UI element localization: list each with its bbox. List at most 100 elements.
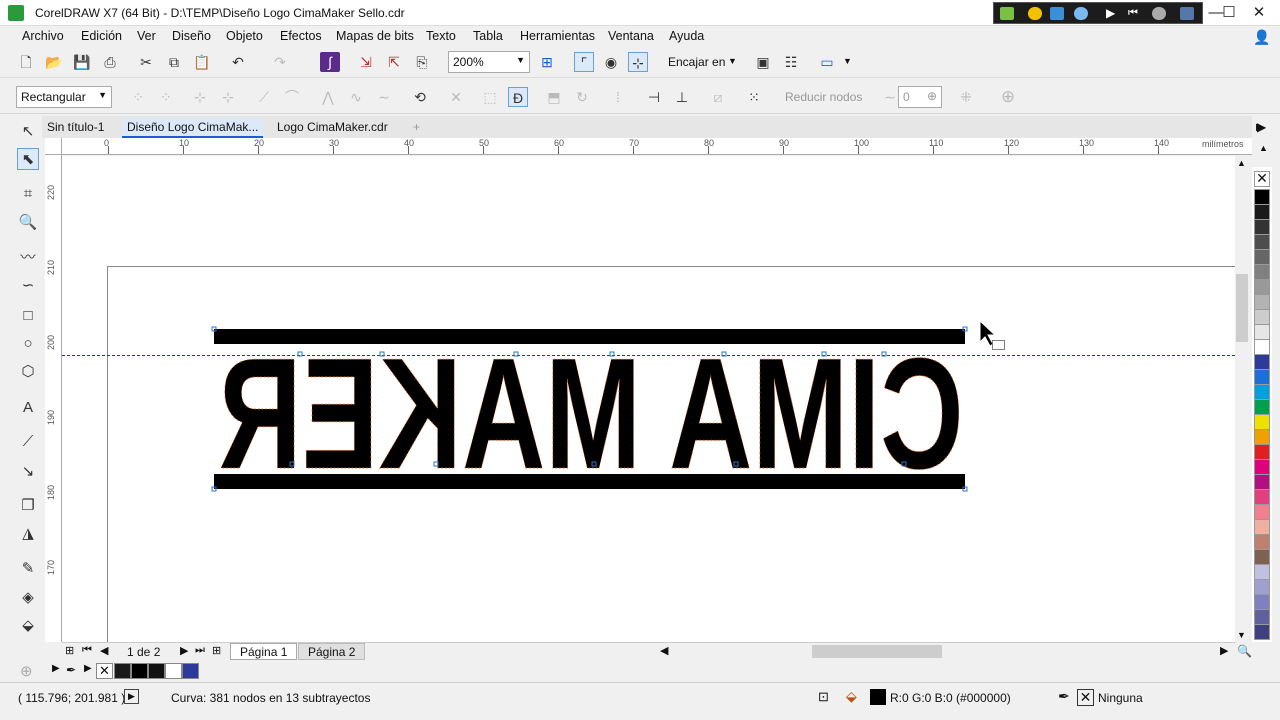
open-icon[interactable]: 📂 <box>44 52 64 72</box>
palette-swatch[interactable] <box>1254 204 1270 220</box>
freehand-tool-icon[interactable]: 〰 <box>17 247 39 269</box>
select-all-nodes-icon[interactable]: ⁙ <box>744 87 764 107</box>
interactive-fill-tool-icon[interactable]: ◈ <box>17 587 39 609</box>
close-curve-icon[interactable]: Ð <box>508 87 528 107</box>
rotate-nodes-icon[interactable]: ↻ <box>572 87 592 107</box>
crop-tool-icon[interactable]: ⌗ <box>17 183 39 205</box>
palette-scroll-icon[interactable]: ▲ <box>1259 143 1268 153</box>
scroll-down-icon[interactable]: ▼ <box>1237 630 1246 640</box>
menu-herramientas[interactable]: Herramientas <box>520 29 595 43</box>
palette-swatch[interactable] <box>1254 579 1270 595</box>
import-icon[interactable]: ⇲ <box>356 52 376 72</box>
pen-icon[interactable] <box>1050 7 1064 20</box>
palette-swatch[interactable] <box>1254 459 1270 475</box>
zoom-level-select[interactable]: 200% ▼ <box>448 51 530 73</box>
publish-pdf-icon[interactable]: ⎘ <box>412 52 432 72</box>
full-screen-preview-icon[interactable]: ⊞ <box>537 52 557 72</box>
new-document-icon[interactable]: 🗋 <box>16 52 36 72</box>
palette-swatch[interactable] <box>1254 624 1270 640</box>
menu-diseno[interactable]: Diseño <box>172 29 211 43</box>
transparency-tool-icon[interactable]: ◮ <box>17 523 39 545</box>
palette-swatch[interactable] <box>1254 444 1270 460</box>
palette-swatch[interactable] <box>1254 519 1270 535</box>
doc-swatch-1[interactable] <box>114 663 131 679</box>
polygon-tool-icon[interactable]: ⬡ <box>17 361 39 383</box>
scroll-up-icon[interactable]: ▲ <box>1237 158 1246 168</box>
zoom-tool-icon[interactable]: 🔍 <box>17 212 39 234</box>
shape-tool-icon[interactable]: ⬉ <box>17 148 39 170</box>
color-proof-icon[interactable]: ⊡ <box>818 689 829 705</box>
horizontal-ruler[interactable]: 0 10 20 30 40 50 60 70 80 90 100 110 120 130 140 milím… <box>62 138 1252 155</box>
palette-swatch[interactable] <box>1254 339 1270 355</box>
to-line-icon[interactable]: ⟋ <box>254 87 274 107</box>
artistic-media-tool-icon[interactable]: ∽ <box>17 275 39 297</box>
redo-icon[interactable]: ↷ <box>270 52 290 72</box>
palette-swatch[interactable] <box>1254 264 1270 280</box>
palette-swatch[interactable] <box>1254 564 1270 580</box>
palette-swatch[interactable] <box>1254 234 1270 250</box>
account-icon[interactable]: 👤 <box>1252 27 1272 47</box>
color-eyedropper-tool-icon[interactable]: ✎ <box>17 558 39 580</box>
palette-scroll-up-icon[interactable]: ▶ <box>1256 122 1264 133</box>
first-page-icon[interactable]: ⏮ <box>82 644 92 657</box>
play-icon[interactable]: ▶ <box>1106 7 1120 20</box>
doc-swatch-4[interactable] <box>165 663 182 679</box>
palette-swatch[interactable] <box>1254 354 1270 370</box>
menu-objeto[interactable]: Objeto <box>226 29 263 43</box>
palette-swatch[interactable] <box>1254 294 1270 310</box>
page-tab-2[interactable]: Página 2 <box>298 643 366 660</box>
tab-diseno-logo[interactable]: Diseño Logo CimaMak... <box>122 118 264 138</box>
palette-swatch[interactable] <box>1254 399 1270 415</box>
smooth-node-icon[interactable]: ∿ <box>346 87 366 107</box>
palette-swatch[interactable] <box>1254 504 1270 520</box>
previous-page-icon[interactable]: ◀ <box>100 644 108 657</box>
palette-swatch[interactable] <box>1254 474 1270 490</box>
doc-swatch-5[interactable] <box>182 663 199 679</box>
palette-expand-icon[interactable]: ▶ <box>52 663 60 674</box>
show-rulers-icon[interactable]: ⌜ <box>574 52 594 72</box>
palette-swatch[interactable] <box>1254 429 1270 445</box>
paste-icon[interactable]: 📋 <box>192 52 212 72</box>
menu-ventana[interactable]: Ventana <box>608 29 654 43</box>
menu-efectos[interactable]: Efectos <box>280 29 322 43</box>
palette-swatch[interactable] <box>1254 594 1270 610</box>
smiley-icon[interactable] <box>1028 7 1042 20</box>
last-page-icon[interactable]: ⏭ <box>195 644 205 657</box>
welcome-screen-icon[interactable]: ▭ <box>817 52 837 72</box>
export-icon[interactable]: ⇱ <box>384 52 404 72</box>
smart-fill-tool-icon[interactable]: ⬙ <box>17 615 39 637</box>
bounding-box-icon[interactable]: ⁜ <box>956 87 976 107</box>
menu-tabla[interactable]: Tabla <box>473 29 503 43</box>
mirror-horizontal-icon[interactable]: ⊣ <box>644 87 664 107</box>
delete-node-icon[interactable]: ⁘ <box>156 87 176 107</box>
palette-swatch[interactable] <box>1254 324 1270 340</box>
palette-swatch[interactable] <box>1254 249 1270 265</box>
menu-archivo[interactable]: Archivo <box>22 29 64 43</box>
options-icon[interactable]: ▣ <box>753 52 773 72</box>
doc-no-color-swatch[interactable]: ✕ <box>96 663 113 679</box>
rectangle-tool-icon[interactable]: □ <box>17 305 39 327</box>
add-icon[interactable]: ⊕ <box>998 87 1018 107</box>
outline-none-swatch[interactable]: ✕ <box>1077 689 1094 706</box>
extract-subpath-icon[interactable]: ⬚ <box>480 87 500 107</box>
palette-swatch[interactable] <box>1254 534 1270 550</box>
palette-swatch[interactable] <box>1254 549 1270 565</box>
extend-curve-icon[interactable]: ✕ <box>446 87 466 107</box>
snap-to-dropdown[interactable]: Encajar en <box>668 55 725 69</box>
scroll-left-icon[interactable]: ◀ <box>660 644 668 657</box>
doc-swatch-2[interactable] <box>131 663 148 679</box>
application-launcher-icon[interactable]: ☷ <box>781 52 801 72</box>
doc-swatch-3[interactable] <box>148 663 165 679</box>
reverse-direction-icon[interactable]: ⟲ <box>410 87 430 107</box>
add-node-icon[interactable]: ⁘ <box>128 87 148 107</box>
drawing-canvas[interactable]: CIMA MAKER <box>62 156 1235 642</box>
palette-swatch[interactable] <box>1254 609 1270 625</box>
symmetrical-node-icon[interactable]: ∼ <box>374 87 394 107</box>
palette-swatch[interactable] <box>1254 384 1270 400</box>
tab-sin-titulo[interactable]: Sin título-1 <box>42 118 109 138</box>
fill-color-swatch[interactable] <box>870 689 886 705</box>
menu-ayuda[interactable]: Ayuda <box>669 29 704 43</box>
search-content-icon[interactable]: ∫ <box>320 52 340 72</box>
add-color-icon[interactable]: ⊕ <box>20 662 33 680</box>
cusp-node-icon[interactable]: ⋀ <box>318 87 338 107</box>
